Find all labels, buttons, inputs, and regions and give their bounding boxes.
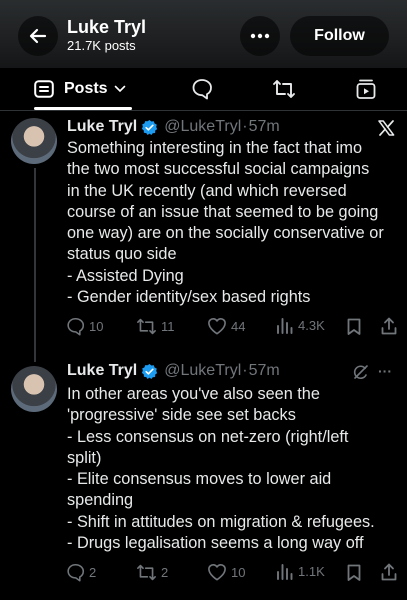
- bookmark-button[interactable]: [346, 317, 366, 336]
- repost-count: 11: [161, 319, 175, 334]
- back-button[interactable]: [18, 16, 58, 56]
- repost-button[interactable]: 2: [136, 563, 168, 582]
- reply-button[interactable]: 2: [66, 563, 96, 582]
- post-line: - Assisted Dying: [67, 266, 184, 285]
- post-line: the two most successful social campaigns: [67, 160, 370, 179]
- post-line: In other areas you've also seen the: [67, 385, 320, 403]
- x-logo-icon: [378, 120, 395, 136]
- reply-count: 2: [89, 565, 97, 580]
- like-count: 44: [231, 318, 246, 334]
- reply-button[interactable]: 10: [66, 317, 103, 336]
- like-count: 10: [231, 564, 246, 580]
- repost-button[interactable]: 11: [136, 317, 175, 336]
- share-icon: [380, 563, 402, 582]
- verified-icon: [141, 363, 158, 380]
- tab-media[interactable]: [355, 78, 377, 100]
- reply-count: 10: [89, 319, 104, 334]
- post-text: In other areas you've also seen the 'pro…: [67, 384, 402, 554]
- repost-icon: [136, 563, 161, 582]
- tab-active-indicator: [34, 107, 132, 110]
- post-author-row: Luke Tryl @LukeTryl · 57m: [67, 362, 280, 380]
- post-timestamp[interactable]: 57m: [249, 118, 280, 136]
- profile-header: Luke Tryl 21.7K posts Follow: [0, 0, 407, 68]
- views-count: 4.3K: [298, 318, 325, 333]
- like-button[interactable]: 44: [207, 317, 245, 335]
- bookmark-button[interactable]: [346, 563, 366, 582]
- profile-name: Luke Tryl: [67, 17, 147, 37]
- tab-reposts[interactable]: [272, 78, 296, 100]
- bookmark-icon: [346, 563, 366, 582]
- tab-posts[interactable]: Posts: [34, 68, 126, 110]
- post-line: - Gender identity/sex based rights: [67, 288, 311, 307]
- post-actions: 2 2 10 1.1K: [66, 563, 402, 585]
- author-name[interactable]: Luke Tryl: [67, 362, 137, 380]
- repost-icon: [272, 78, 296, 100]
- repost-icon: [136, 317, 161, 336]
- views-icon: [276, 317, 298, 334]
- posts-icon: [34, 80, 54, 98]
- views-count: 1.1K: [298, 564, 325, 579]
- post-line: status quo side: [67, 245, 177, 264]
- like-icon: [207, 317, 231, 335]
- share-button[interactable]: [380, 563, 402, 582]
- post-line: spending: [67, 491, 134, 510]
- more-button[interactable]: [240, 16, 280, 56]
- post-timestamp[interactable]: 57m: [249, 362, 280, 380]
- follow-button[interactable]: Follow: [290, 16, 389, 56]
- post-actions: 10 11 44 4.3K: [66, 317, 402, 339]
- verified-icon: [141, 119, 158, 136]
- reply-icon: [191, 78, 213, 100]
- more-icon: [250, 33, 270, 39]
- views-icon: [276, 563, 298, 580]
- grok-icon[interactable]: [352, 364, 369, 381]
- post-line: in the UK recently (and which reversed: [67, 181, 347, 200]
- avatar[interactable]: [11, 366, 57, 412]
- reply-icon: [66, 317, 89, 336]
- share-icon: [380, 317, 402, 336]
- post-line: Something interesting in the fact that i…: [67, 139, 363, 157]
- post-line: one way) are on the socially conservativ…: [67, 224, 384, 243]
- separator-dot: ·: [242, 118, 248, 135]
- tab-posts-label: Posts: [64, 80, 108, 97]
- post-more-button[interactable]: ···: [378, 363, 392, 379]
- post-line: split): [67, 448, 102, 467]
- post-line: - Drugs legalisation seems a long way of…: [67, 534, 364, 553]
- back-arrow-icon: [28, 26, 48, 46]
- reply-icon: [66, 563, 89, 582]
- chevron-down-icon: [114, 85, 126, 93]
- media-icon: [355, 78, 377, 100]
- like-icon: [207, 563, 231, 581]
- share-button[interactable]: [380, 317, 402, 336]
- tab-bar: Posts: [0, 68, 407, 111]
- author-name[interactable]: Luke Tryl: [67, 118, 137, 136]
- post-line: 'progressive' side see set backs: [67, 406, 296, 425]
- post-line: - Shift in attitudes on migration & refu…: [67, 512, 375, 531]
- views-button[interactable]: 4.3K: [276, 317, 325, 334]
- tab-replies[interactable]: [191, 78, 213, 100]
- repost-count: 2: [161, 565, 169, 580]
- post-text: Something interesting in the fact that i…: [67, 138, 402, 308]
- thread-line: [34, 168, 36, 362]
- post-line: course of an issue that seemed to be goi…: [67, 202, 379, 221]
- author-handle[interactable]: @LukeTryl: [164, 362, 241, 380]
- avatar[interactable]: [11, 118, 57, 164]
- post-line: - Elite consensus moves to lower aid: [67, 470, 332, 489]
- like-button[interactable]: 10: [207, 563, 245, 581]
- author-handle[interactable]: @LukeTryl: [164, 118, 241, 136]
- post-count: 21.7K posts: [67, 38, 136, 53]
- bookmark-icon: [346, 317, 366, 336]
- post-author-row: Luke Tryl @LukeTryl · 57m: [67, 118, 280, 136]
- views-button[interactable]: 1.1K: [276, 563, 325, 580]
- separator-dot: ·: [242, 362, 248, 379]
- post-line: - Less consensus on net-zero (right/left: [67, 427, 349, 446]
